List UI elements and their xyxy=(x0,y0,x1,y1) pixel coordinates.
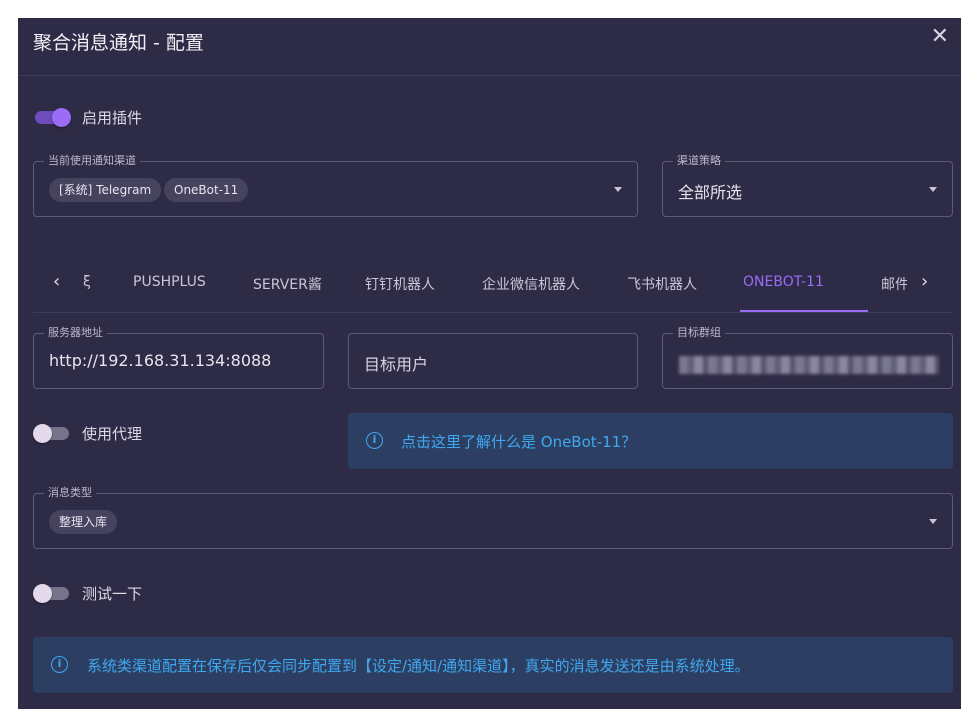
dialog-title: 聚合消息通知 - 配置 xyxy=(33,32,204,54)
target-user-field[interactable]: 目标用户 xyxy=(348,333,638,389)
strategy-value: 全部所选 xyxy=(678,183,743,202)
target-user-placeholder: 目标用户 xyxy=(364,355,429,374)
chevron-down-icon xyxy=(929,519,937,524)
tabs-prev-icon[interactable]: ‹ xyxy=(53,271,60,292)
channels-select[interactable]: 当前使用通知渠道 [系统] Telegram OneBot-11 xyxy=(33,153,638,217)
message-type-legend: 消息类型 xyxy=(44,485,96,501)
tabs-next-icon[interactable]: › xyxy=(921,271,928,292)
strategy-select[interactable]: 渠道策略 全部所选 xyxy=(662,153,953,217)
chevron-down-icon xyxy=(929,187,937,192)
tab-onebot[interactable]: ONEBOT-11 xyxy=(743,274,824,290)
tab-email[interactable]: 邮件 xyxy=(881,274,907,294)
system-info-text: 系统类渠道配置在保存后仅会同步配置到【设定/通知/通知渠道】，真实的消息发送还是… xyxy=(87,657,750,675)
system-info-alert: i 系统类渠道配置在保存后仅会同步配置到【设定/通知/通知渠道】，真实的消息发送… xyxy=(33,637,953,693)
tab-wecom[interactable]: 企业微信机器人 xyxy=(482,274,580,294)
use-proxy-toggle[interactable] xyxy=(33,423,71,443)
config-dialog: 聚合消息通知 - 配置 ✕ 启用插件 当前使用通知渠道 [系统] Telegra… xyxy=(18,18,961,709)
server-address-legend: 服务器地址 xyxy=(44,325,107,341)
channels-legend: 当前使用通知渠道 xyxy=(44,153,140,169)
channel-chip[interactable]: OneBot-11 xyxy=(164,178,249,202)
use-proxy-label: 使用代理 xyxy=(82,425,143,443)
close-icon[interactable]: ✕ xyxy=(931,24,949,49)
info-icon: i xyxy=(366,432,383,449)
message-type-select[interactable]: 消息类型 整理入库 xyxy=(33,485,953,549)
tab-pushplus[interactable]: PUSHPLUS xyxy=(133,274,206,290)
enable-plugin-toggle[interactable] xyxy=(33,107,71,127)
channel-chip[interactable]: [系统] Telegram xyxy=(49,178,162,202)
onebot-info-alert[interactable]: i 点击这里了解什么是 OneBot-11？ xyxy=(348,413,953,469)
server-address-field[interactable]: 服务器地址 http://192.168.31.134:8088 xyxy=(33,325,324,389)
enable-plugin-label: 启用插件 xyxy=(82,109,143,127)
tab-serverchan[interactable]: SERVER酱 xyxy=(253,274,322,294)
chevron-down-icon xyxy=(614,187,622,192)
channel-tabs: ‹ ξ PUSHPLUS SERVER酱 钉钉机器人 企业微信机器人 飞书机器人… xyxy=(43,256,943,312)
test-toggle[interactable] xyxy=(33,583,71,603)
target-group-field[interactable]: 目标群组 xyxy=(662,325,953,389)
tab-feishu[interactable]: 飞书机器人 xyxy=(627,274,697,294)
strategy-legend: 渠道策略 xyxy=(673,153,725,169)
tabs-divider xyxy=(33,312,953,313)
test-label: 测试一下 xyxy=(82,585,143,603)
redacted-group-value xyxy=(679,356,939,374)
tab-dingtalk[interactable]: 钉钉机器人 xyxy=(365,274,435,294)
server-address-value: http://192.168.31.134:8088 xyxy=(49,351,272,370)
message-type-chip[interactable]: 整理入库 xyxy=(49,510,118,534)
target-group-legend: 目标群组 xyxy=(673,325,725,341)
onebot-info-link[interactable]: 点击这里了解什么是 OneBot-11？ xyxy=(401,431,636,452)
info-icon: i xyxy=(51,656,68,673)
dialog-titlebar: 聚合消息通知 - 配置 ✕ xyxy=(18,18,961,76)
tab-partial[interactable]: ξ xyxy=(83,274,91,290)
